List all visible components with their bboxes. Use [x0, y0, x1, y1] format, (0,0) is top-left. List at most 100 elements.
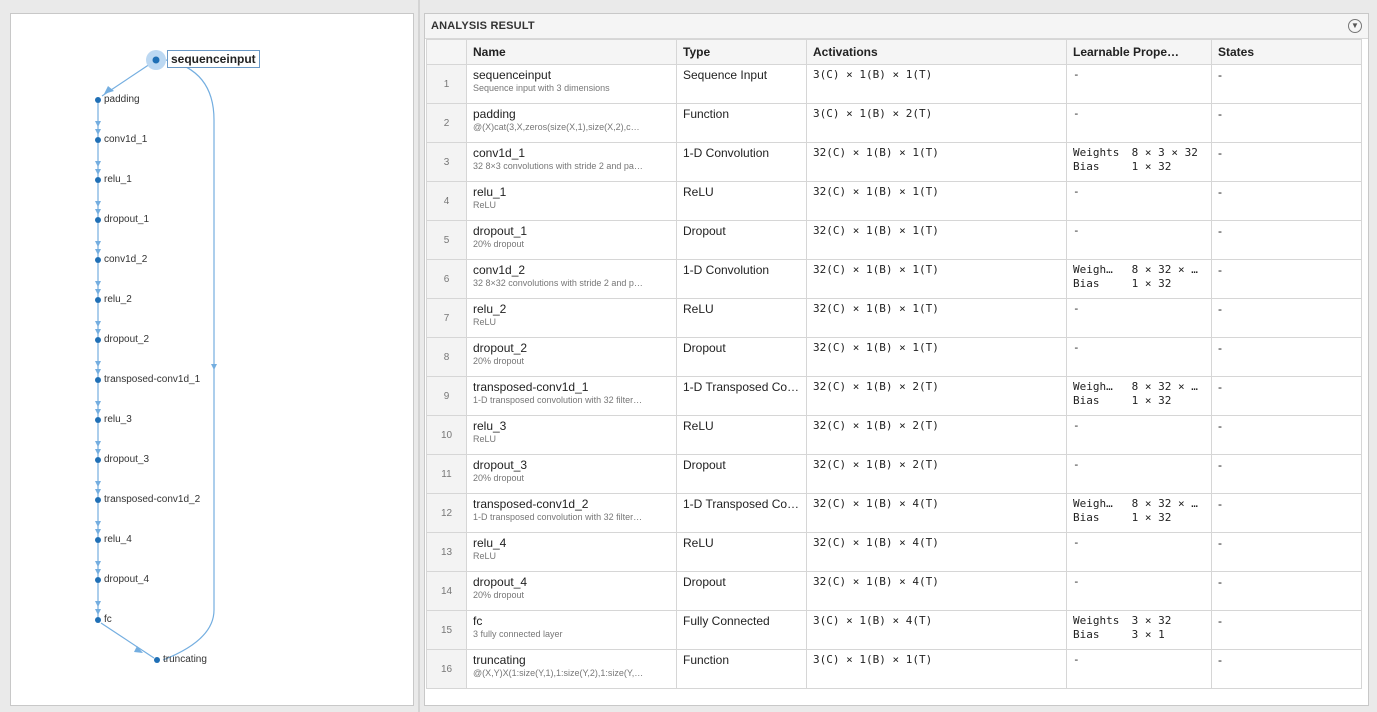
graph-node-conv1d_2[interactable]	[95, 257, 101, 263]
layer-name: relu_2	[473, 302, 507, 316]
graph-edge-arrow	[104, 86, 114, 94]
table-row[interactable]: 16 truncating @(X,Y)X(1:size(Y,1),1:size(Y…	[426, 649, 1362, 689]
row-index: 9	[426, 376, 467, 416]
graph-node-sequenceinput[interactable]	[152, 56, 160, 64]
graph-node-label[interactable]: conv1d_1	[104, 134, 147, 146]
graph-node-transposed-conv1d_1[interactable]	[95, 377, 101, 383]
graph-node-label[interactable]: dropout_4	[104, 574, 149, 586]
layer-activations: 32(C) × 1(B) × 1(T)	[806, 259, 1067, 299]
graph-node-conv1d_1[interactable]	[95, 137, 101, 143]
graph-node-padding[interactable]	[95, 97, 101, 103]
layer-learnables: Weigh… 8 × 32 × … Bias 1 × 32	[1066, 259, 1212, 299]
column-header-activations[interactable]: Activations	[806, 39, 1067, 65]
graph-node-relu_3[interactable]	[95, 417, 101, 423]
learnable-entry: Weigh… 8 × 32 × …	[1073, 380, 1205, 394]
learnable-name: Bias	[1073, 160, 1100, 173]
chevron-down-icon[interactable]: ▼	[1348, 19, 1362, 33]
network-graph-canvas[interactable]	[11, 14, 415, 707]
column-header-learnables[interactable]: Learnable Prope…	[1066, 39, 1212, 65]
column-header-type[interactable]: Type	[676, 39, 807, 65]
graph-edge-arrow	[95, 601, 101, 607]
table-row[interactable]: 14 dropout_4 20% dropout Dropout 32(C) × 1(B…	[426, 571, 1362, 611]
graph-node-truncating[interactable]	[154, 657, 160, 663]
table-row[interactable]: 15 fc 3 fully connected layer Fully Connect…	[426, 610, 1362, 650]
learnable-size: 1 × 32	[1131, 277, 1172, 290]
graph-node-dropout_1[interactable]	[95, 217, 101, 223]
learnable-name: Bias	[1073, 628, 1100, 641]
layer-learnables: Weigh… 8 × 32 × … Bias 1 × 32	[1066, 493, 1212, 533]
graph-node-transposed-conv1d_2[interactable]	[95, 497, 101, 503]
graph-node-label[interactable]: relu_2	[104, 294, 132, 306]
table-row[interactable]: 7 relu_2 ReLU ReLU 32(C) × 1(B) × 1(T) - -	[426, 298, 1362, 338]
layer-description: @(X,Y)X(1:size(Y,1),1:size(Y,2),1:size(Y…	[473, 668, 644, 678]
learnables-empty: -	[1073, 341, 1080, 354]
learnable-size: 3 × 1	[1131, 628, 1165, 641]
table-row[interactable]: 12 transposed-conv1d_2 1-D transposed conv…	[426, 493, 1362, 533]
graph-edge-arrow	[95, 289, 101, 295]
row-index: 16	[426, 649, 467, 689]
graph-node-label[interactable]: truncating	[163, 654, 207, 666]
table-row[interactable]: 5 dropout_1 20% dropout Dropout 32(C) × 1(B)…	[426, 220, 1362, 260]
layer-name-cell: relu_1 ReLU	[466, 181, 677, 221]
layer-name-cell: relu_3 ReLU	[466, 415, 677, 455]
graph-node-label[interactable]: padding	[104, 94, 140, 106]
graph-node-label[interactable]: dropout_2	[104, 334, 149, 346]
column-header-index[interactable]	[426, 39, 467, 65]
table-row[interactable]: 1 sequenceinput Sequence input with 3 dime…	[426, 64, 1362, 104]
graph-node-label-selected[interactable]: sequenceinput	[167, 50, 260, 68]
table-row[interactable]: 13 relu_4 ReLU ReLU 32(C) × 1(B) × 4(T) - -	[426, 532, 1362, 572]
learnables-empty: -	[1073, 419, 1080, 432]
graph-node-label[interactable]: relu_4	[104, 534, 132, 546]
layer-description: ReLU	[473, 200, 497, 210]
graph-node-dropout_2[interactable]	[95, 337, 101, 343]
graph-node-label[interactable]: conv1d_2	[104, 254, 147, 266]
graph-edge	[100, 622, 155, 659]
learnable-name: Bias	[1073, 277, 1100, 290]
table-row[interactable]: 4 relu_1 ReLU ReLU 32(C) × 1(B) × 1(T) - -	[426, 181, 1362, 221]
table-row[interactable]: 9 transposed-conv1d_1 1-D transposed convo…	[426, 376, 1362, 416]
graph-node-label[interactable]: relu_3	[104, 414, 132, 426]
graph-node-dropout_4[interactable]	[95, 577, 101, 583]
learnables-empty: -	[1073, 224, 1080, 237]
table-row[interactable]: 8 dropout_2 20% dropout Dropout 32(C) × 1(B)…	[426, 337, 1362, 377]
graph-node-label[interactable]: fc	[104, 614, 112, 626]
layer-activations: 32(C) × 1(B) × 4(T)	[806, 532, 1067, 572]
layer-activations: 32(C) × 1(B) × 2(T)	[806, 376, 1067, 416]
layer-learnables: -	[1066, 649, 1212, 689]
table-row[interactable]: 6 conv1d_2 32 8×32 convolutions with strid…	[426, 259, 1362, 299]
graph-node-fc[interactable]	[95, 617, 101, 623]
layer-name: sequenceinput	[473, 68, 552, 82]
graph-node-dropout_3[interactable]	[95, 457, 101, 463]
graph-node-relu_4[interactable]	[95, 537, 101, 543]
layer-learnables: -	[1066, 337, 1212, 377]
graph-edge-arrow	[95, 521, 101, 527]
table-row[interactable]: 2 padding @(X)cat(3,X,zeros(size(X,1),size…	[426, 103, 1362, 143]
layer-name: dropout_2	[473, 341, 528, 355]
panel-splitter[interactable]	[418, 0, 420, 712]
column-header-states[interactable]: States	[1211, 39, 1362, 65]
layer-states: -	[1211, 181, 1362, 221]
learnables-empty: -	[1073, 575, 1080, 588]
graph-node-label[interactable]: transposed-conv1d_1	[104, 374, 200, 386]
row-index: 4	[426, 181, 467, 221]
layer-type: ReLU	[676, 181, 807, 221]
column-header-name[interactable]: Name	[466, 39, 677, 65]
graph-node-relu_1[interactable]	[95, 177, 101, 183]
table-row[interactable]: 11 dropout_3 20% dropout Dropout 32(C) × 1(B…	[426, 454, 1362, 494]
layer-activations: 32(C) × 1(B) × 1(T)	[806, 142, 1067, 182]
graph-node-label[interactable]: transposed-conv1d_2	[104, 494, 200, 506]
network-graph-panel[interactable]: sequenceinput padding conv1d_1 relu_1dropou…	[10, 13, 414, 706]
graph-node-label[interactable]: dropout_3	[104, 454, 149, 466]
layer-learnables: Weights 8 × 3 × 32 Bias 1 × 32	[1066, 142, 1212, 182]
layer-type: 1-D Transposed Co…	[676, 493, 807, 533]
graph-node-relu_2[interactable]	[95, 297, 101, 303]
learnable-entry: Bias 1 × 32	[1073, 394, 1205, 408]
layer-type: Function	[676, 103, 807, 143]
graph-node-label[interactable]: dropout_1	[104, 214, 149, 226]
graph-edge-arrow	[95, 201, 101, 207]
graph-node-label[interactable]: relu_1	[104, 174, 132, 186]
table-row[interactable]: 3 conv1d_1 32 8×3 convolutions with stride…	[426, 142, 1362, 182]
layer-name-cell: relu_2 ReLU	[466, 298, 677, 338]
table-row[interactable]: 10 relu_3 ReLU ReLU 32(C) × 1(B) × 2(T) - -	[426, 415, 1362, 455]
graph-edge-arrow	[211, 364, 217, 370]
